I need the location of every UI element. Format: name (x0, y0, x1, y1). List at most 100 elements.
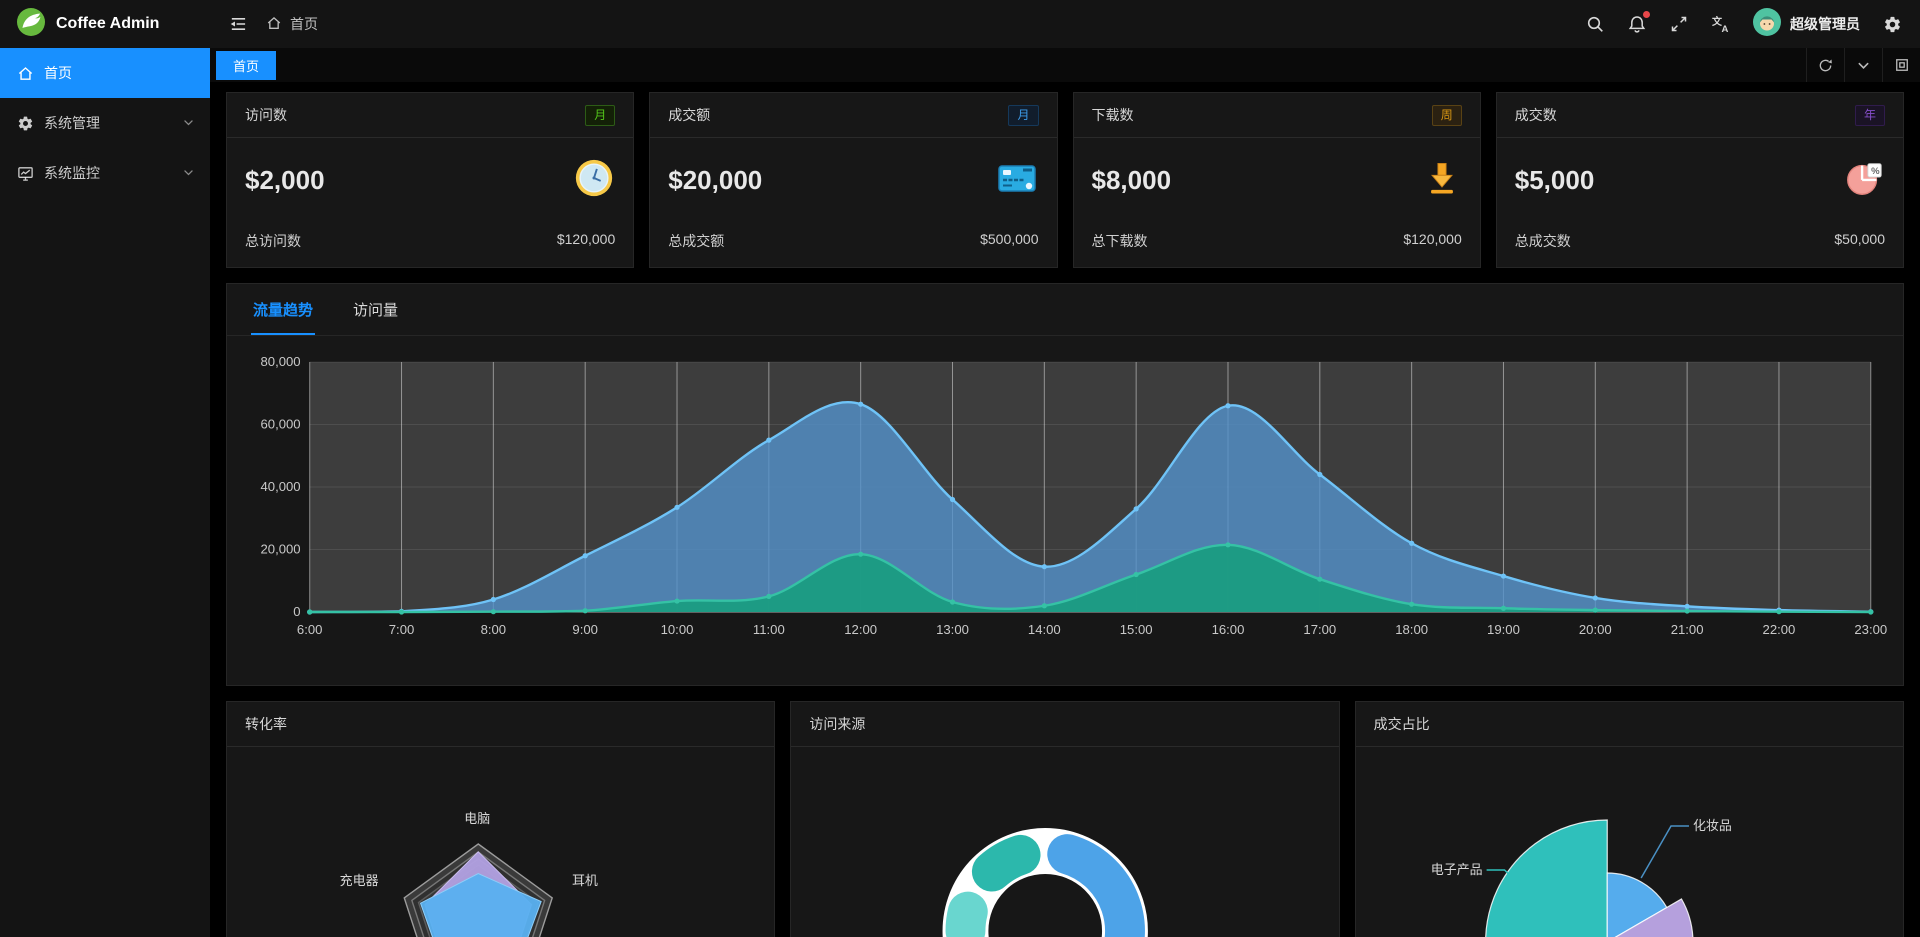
stat-footer-label: 总下载数 (1092, 231, 1148, 251)
status-badge: 月 (585, 105, 615, 126)
svg-text:16:00: 16:00 (1212, 622, 1245, 637)
chevron-down-icon (183, 115, 194, 131)
translate-icon[interactable]: 文 A (1711, 14, 1731, 34)
deal-share-pie-chart[interactable]: 电子产品 化妆品 (1356, 747, 1903, 937)
svg-text:电子产品: 电子产品 (1430, 862, 1482, 877)
conversion-rate-panel: 转化率 电脑耳机 充电器 (226, 701, 775, 937)
stat-card-visits: 访问数 月 $2,000 总访问数 $120,000 (226, 92, 634, 268)
gear-icon (16, 115, 34, 132)
search-icon[interactable] (1585, 14, 1605, 34)
panel-title: 访问来源 (791, 702, 1338, 747)
status-badge: 年 (1855, 105, 1885, 126)
fullscreen-icon[interactable] (1669, 14, 1689, 34)
sidebar-item-home[interactable]: 首页 (0, 48, 210, 98)
sidebar-item-system-monitor[interactable]: 系统监控 (0, 148, 210, 198)
brand-name: Coffee Admin (56, 15, 159, 33)
svg-text:60,000: 60,000 (261, 417, 301, 432)
svg-text:40,000: 40,000 (261, 479, 301, 494)
stat-value: $20,000 (668, 165, 762, 196)
status-badge: 周 (1432, 105, 1462, 126)
stat-cards-row: 访问数 月 $2,000 总访问数 $120,000 (226, 92, 1904, 268)
svg-text:11:00: 11:00 (753, 622, 785, 637)
svg-text:%: % (1871, 166, 1880, 177)
username: 超级管理员 (1790, 14, 1860, 34)
top-navbar: 首页 文 A (210, 0, 1920, 48)
stat-value: $5,000 (1515, 165, 1595, 196)
stat-footer-value: $500,000 (980, 231, 1038, 251)
stat-footer-value: $50,000 (1834, 231, 1885, 251)
clock-icon (573, 157, 615, 204)
breadcrumb[interactable]: 首页 (266, 14, 318, 34)
tab-home[interactable]: 首页 (216, 51, 276, 80)
stat-card-title: 下载数 (1092, 105, 1134, 125)
svg-text:耳机: 耳机 (572, 873, 598, 888)
sidebar-item-label: 系统监控 (44, 163, 100, 183)
svg-text:充电器: 充电器 (340, 873, 379, 888)
stat-footer-label: 总成交额 (668, 231, 724, 251)
deal-share-panel: 成交占比 电子产品 化妆品 (1355, 701, 1904, 937)
svg-text:6:00: 6:00 (297, 622, 323, 637)
svg-text:7:00: 7:00 (389, 622, 415, 637)
home-icon (16, 65, 34, 82)
brand-logo-row: Coffee Admin (0, 0, 210, 48)
stat-value: $8,000 (1092, 165, 1172, 196)
svg-text:14:00: 14:00 (1028, 622, 1061, 637)
traffic-area-chart[interactable]: 0 20,000 40,000 60,000 80,000 6:00 7:00 8:00 9:0… (237, 344, 1893, 676)
stat-card-downloads: 下载数 周 $8,000 总下载数 $120,000 (1073, 92, 1481, 268)
svg-text:13:00: 13:00 (936, 622, 969, 637)
svg-text:21:00: 21:00 (1671, 622, 1704, 637)
svg-text:17:00: 17:00 (1303, 622, 1336, 637)
main-content: 访问数 月 $2,000 总访问数 $120,000 (210, 82, 1920, 937)
pie-icon: % (1843, 157, 1885, 204)
breadcrumb-label: 首页 (290, 14, 318, 34)
bottom-panels-row: 转化率 电脑耳机 充电器 访问来源 成交占比 电子产品 化妆品 (226, 701, 1904, 937)
sidebar: Coffee Admin 首页 系统管理 系统监控 (0, 0, 210, 937)
tab-bar: 首页 (210, 48, 1920, 82)
tab-visit-volume[interactable]: 访问量 (351, 285, 400, 335)
stat-card-title: 成交额 (668, 105, 710, 125)
monitor-icon (16, 165, 34, 182)
svg-text:20:00: 20:00 (1579, 622, 1612, 637)
conversion-radar-chart[interactable]: 电脑耳机 充电器 (227, 747, 774, 937)
stat-card-title: 访问数 (245, 105, 287, 125)
stat-card-deal-count: 成交数 年 $5,000 % 总成交数 $50,000 (1496, 92, 1904, 268)
sidebar-item-label: 系统管理 (44, 113, 100, 133)
stat-footer-label: 总成交数 (1515, 231, 1571, 251)
spring-leaf-logo-icon (16, 7, 46, 42)
home-icon (266, 15, 282, 34)
tab-traffic-trend[interactable]: 流量趋势 (251, 285, 315, 335)
sidebar-item-system-admin[interactable]: 系统管理 (0, 98, 210, 148)
stat-footer-value: $120,000 (557, 231, 615, 251)
svg-text:8:00: 8:00 (481, 622, 507, 637)
menu-fold-icon[interactable] (228, 14, 248, 34)
svg-text:23:00: 23:00 (1854, 622, 1887, 637)
svg-text:20,000: 20,000 (261, 542, 301, 557)
maximize-icon[interactable] (1882, 48, 1920, 82)
chevron-down-icon[interactable] (1844, 48, 1882, 82)
svg-text:9:00: 9:00 (572, 622, 598, 637)
svg-text:12:00: 12:00 (844, 622, 877, 637)
stat-card-title: 成交数 (1515, 105, 1557, 125)
svg-text:80,000: 80,000 (261, 354, 301, 369)
stat-footer-label: 总访问数 (245, 231, 301, 251)
gear-icon[interactable] (1882, 14, 1902, 34)
svg-text:0: 0 (293, 604, 300, 619)
credit-card-icon (995, 156, 1039, 205)
refresh-icon[interactable] (1806, 48, 1844, 82)
trend-tabs: 流量趋势 访问量 (227, 284, 1903, 336)
bell-icon[interactable] (1627, 14, 1647, 34)
svg-text:A: A (1721, 24, 1728, 34)
panel-title: 转化率 (227, 702, 774, 747)
visit-source-donut-chart[interactable] (791, 747, 1338, 937)
stat-footer-value: $120,000 (1403, 231, 1461, 251)
svg-text:化妆品: 化妆品 (1693, 818, 1732, 833)
notification-dot (1643, 11, 1650, 18)
svg-text:15:00: 15:00 (1120, 622, 1153, 637)
panel-title: 成交占比 (1356, 702, 1903, 747)
download-icon (1422, 158, 1462, 203)
stat-card-deal-amount: 成交额 月 $20,000 总成交额 $50 (649, 92, 1057, 268)
chevron-down-icon (183, 165, 194, 181)
traffic-trend-panel: 流量趋势 访问量 0 20,000 40,000 60,000 80,000 6:00 7:… (226, 283, 1904, 686)
user-menu[interactable]: 超级管理员 (1753, 8, 1860, 41)
svg-text:电脑: 电脑 (464, 811, 490, 826)
